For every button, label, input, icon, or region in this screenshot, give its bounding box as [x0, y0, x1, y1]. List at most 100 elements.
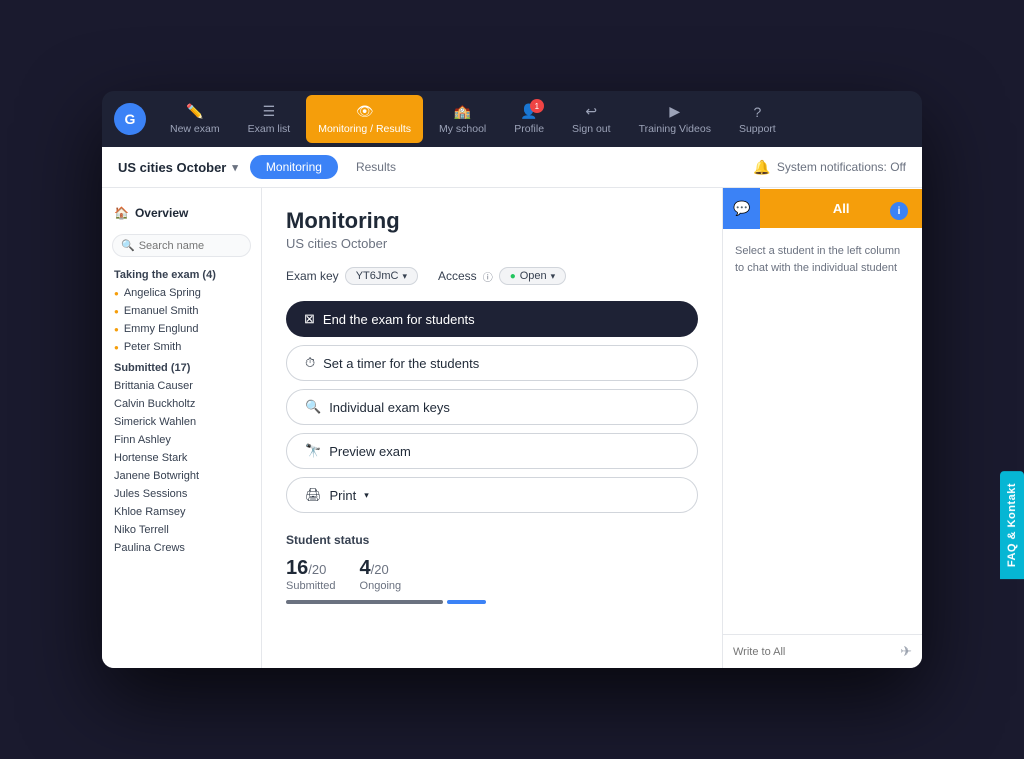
student-brittania[interactable]: Brittania Causer: [102, 377, 261, 395]
info-icon[interactable]: i: [890, 202, 908, 220]
student-peter[interactable]: ●Peter Smith: [102, 338, 261, 356]
student-dot: ●: [114, 289, 119, 298]
set-timer-button[interactable]: ⏱ Set a timer for the students: [286, 345, 698, 381]
key-icon: 🔍: [305, 399, 321, 415]
individual-keys-button[interactable]: 🔍 Individual exam keys: [286, 389, 698, 425]
student-calvin[interactable]: Calvin Buckholtz: [102, 395, 261, 413]
notification-text: System notifications: Off: [777, 160, 906, 174]
submitted-num: 16/20: [286, 557, 336, 580]
app-logo: G: [114, 103, 146, 135]
access-dot: ●: [510, 271, 516, 282]
submitted-section-title: Submitted (17): [102, 356, 261, 377]
sub-header: US cities October ▾ Monitoring Results 🔔…: [102, 147, 922, 188]
top-navigation: G ✏️ New exam ☰ Exam list 👁 Monitoring /…: [102, 91, 922, 147]
preview-exam-button[interactable]: 🔭 Preview exam: [286, 433, 698, 469]
send-button[interactable]: ✈: [900, 643, 912, 660]
sign-out-icon: ↩: [585, 103, 597, 120]
chat-body-text: Select a student in the left column to c…: [723, 229, 922, 634]
chevron-down-icon: ▾: [402, 271, 407, 282]
nav-training[interactable]: ▶ Training Videos: [627, 95, 723, 143]
monitoring-title: Monitoring: [286, 208, 698, 234]
access-label: Access: [438, 269, 477, 283]
student-status-title: Student status: [286, 533, 698, 547]
nav-sign-out[interactable]: ↩ Sign out: [560, 95, 623, 143]
exam-key-value: YT6JmC: [356, 270, 399, 282]
search-input[interactable]: [139, 240, 242, 252]
student-hortense[interactable]: Hortense Stark: [102, 449, 261, 467]
print-icon: 🖨: [305, 487, 322, 503]
nav-profile[interactable]: 👤 1 Profile: [502, 95, 556, 143]
exam-name-label: US cities October: [118, 160, 226, 175]
taking-section-title: Taking the exam (4): [102, 263, 261, 284]
student-dot: ●: [114, 343, 119, 352]
access-value: Open: [520, 270, 547, 282]
exam-selector[interactable]: US cities October ▾: [118, 160, 238, 175]
progress-bars: [286, 600, 486, 604]
status-numbers: 16/20 Submitted 4/20 Ongoing: [286, 557, 698, 592]
bell-icon: 🔔: [753, 159, 770, 176]
new-exam-icon: ✏️: [186, 103, 203, 120]
nav-my-school[interactable]: 🏫 My school: [427, 95, 498, 143]
sidebar-overview[interactable]: 🏠 Overview: [102, 198, 261, 228]
student-paulina[interactable]: Paulina Crews: [102, 539, 261, 557]
ongoing-num: 4/20: [360, 557, 402, 580]
support-icon: ?: [753, 104, 761, 120]
exam-key-value-box[interactable]: YT6JmC ▾: [345, 267, 418, 285]
center-panel: Monitoring US cities October Exam key YT…: [262, 188, 722, 668]
student-janene[interactable]: Janene Botwright: [102, 467, 261, 485]
profile-badge: 1: [530, 99, 544, 113]
right-panel-chat: 💬 All Select a student in the left colum…: [722, 188, 922, 668]
chevron-down-icon: ▾: [551, 271, 556, 282]
chevron-down-icon: ▾: [232, 161, 238, 174]
exam-list-icon: ☰: [263, 103, 276, 120]
exam-meta: Exam key YT6JmC ▾ Access ⓘ ● Open: [286, 267, 698, 285]
preview-icon: 🔭: [305, 443, 321, 459]
print-button[interactable]: 🖨 Print ▾: [286, 477, 698, 513]
ongoing-label: Ongoing: [360, 580, 402, 592]
student-emmy[interactable]: ●Emmy Englund: [102, 320, 261, 338]
timer-icon: ⏱: [305, 355, 315, 371]
student-khloe[interactable]: Khloe Ramsey: [102, 503, 261, 521]
nav-support[interactable]: ? Support: [727, 96, 788, 143]
student-finn[interactable]: Finn Ashley: [102, 431, 261, 449]
chat-input-area: ✈: [723, 634, 922, 668]
center-wrapper: i Monitoring US cities October Exam key …: [262, 188, 922, 668]
end-exam-button[interactable]: ⊠ End the exam for students: [286, 301, 698, 337]
student-simerick[interactable]: Simerick Wahlen: [102, 413, 261, 431]
exam-key-label: Exam key: [286, 269, 339, 283]
chat-input[interactable]: [733, 646, 894, 658]
notification-bar: 🔔 System notifications: Off: [753, 159, 906, 176]
action-buttons: ⊠ End the exam for students ⏱ Set a time…: [286, 301, 698, 513]
main-layout: 🏠 Overview 🔍 Taking the exam (4) ●Angeli…: [102, 188, 922, 668]
content-area: US cities October ▾ Monitoring Results 🔔…: [102, 147, 922, 668]
profile-badge-container: 👤 1: [520, 103, 537, 120]
student-dot: ●: [114, 307, 119, 316]
tab-monitoring[interactable]: Monitoring: [250, 155, 338, 179]
chat-icon[interactable]: 💬: [723, 188, 760, 229]
monitoring-subtitle: US cities October: [286, 236, 698, 251]
submitted-block: 16/20 Submitted: [286, 557, 336, 592]
search-icon: 🔍: [121, 239, 135, 252]
student-niko[interactable]: Niko Terrell: [102, 521, 261, 539]
student-dot: ●: [114, 325, 119, 334]
tab-group: Monitoring Results: [250, 155, 412, 179]
print-chevron: ▾: [364, 490, 369, 501]
sidebar-search-container[interactable]: 🔍: [112, 234, 251, 257]
tab-results[interactable]: Results: [340, 155, 412, 179]
access-value-box[interactable]: ● Open ▾: [499, 267, 567, 285]
student-jules[interactable]: Jules Sessions: [102, 485, 261, 503]
student-status-section: Student status 16/20 Submitted 4/20: [286, 533, 698, 604]
student-emanuel[interactable]: ●Emanuel Smith: [102, 302, 261, 320]
overview-icon: 🏠: [114, 206, 129, 220]
nav-new-exam[interactable]: ✏️ New exam: [158, 95, 232, 143]
ongoing-block: 4/20 Ongoing: [360, 557, 402, 592]
faq-button[interactable]: FAQ & Kontakt: [1000, 471, 1024, 579]
ongoing-progress-bar: [447, 600, 486, 604]
submitted-progress-bar: [286, 600, 443, 604]
access-info-icon: ⓘ: [483, 269, 493, 284]
nav-exam-list[interactable]: ☰ Exam list: [236, 95, 303, 143]
end-exam-icon: ⊠: [304, 311, 315, 327]
exam-key-row: Exam key YT6JmC ▾: [286, 267, 418, 285]
nav-monitoring[interactable]: 👁 Monitoring / Results: [306, 95, 423, 143]
student-angelica[interactable]: ●Angelica Spring: [102, 284, 261, 302]
